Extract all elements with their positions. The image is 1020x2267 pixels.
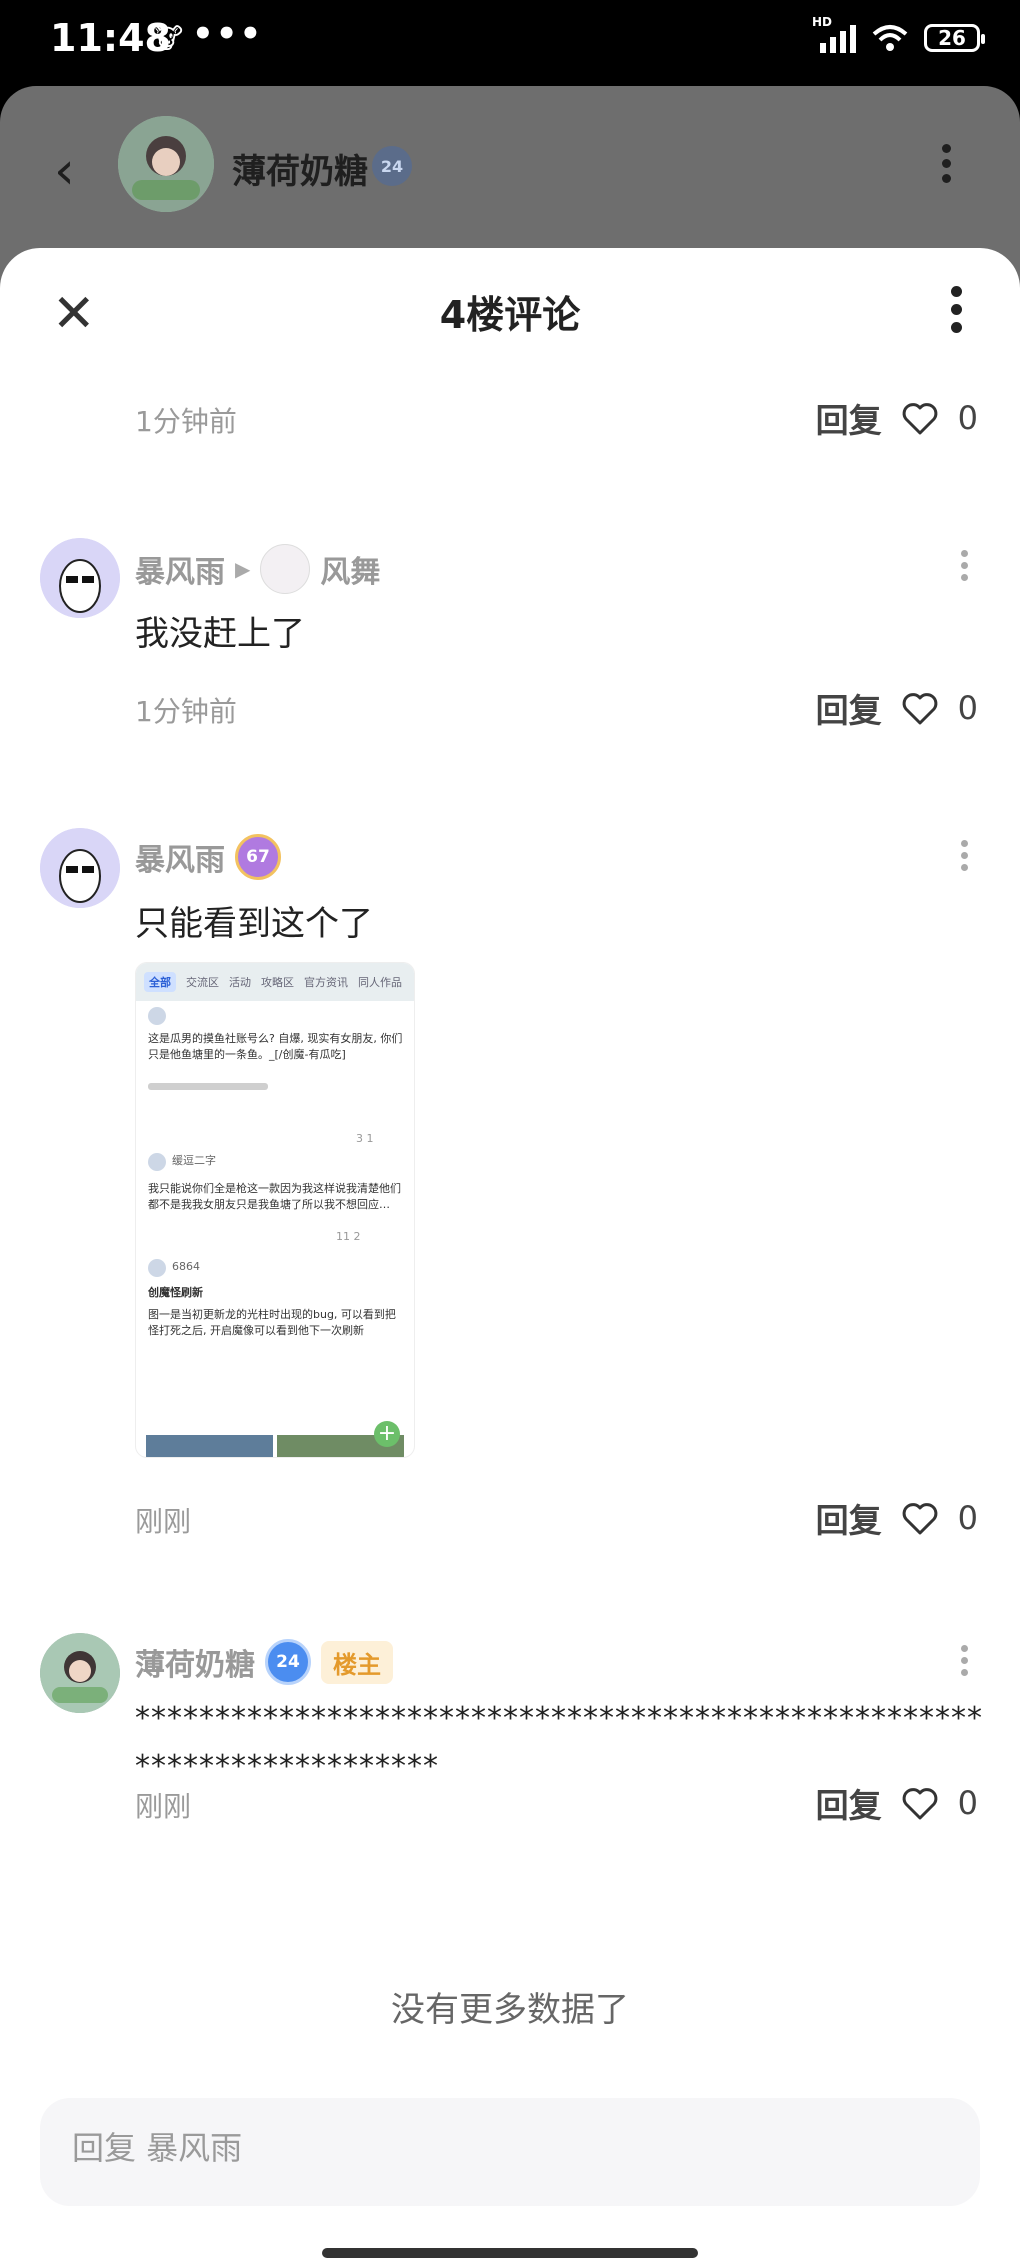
image-tab: 攻略区 [261, 976, 294, 989]
image-post-text: 我只能说你们全是枪这一款因为我这样说我清楚他们都不是我我女朋友只是我鱼塘了所以我… [148, 1182, 401, 1211]
reply-button[interactable]: 回复 [816, 1494, 882, 1542]
more-options-icon[interactable] [942, 144, 952, 189]
battery-icon: 26 [924, 24, 985, 52]
commenter-name[interactable]: 暴风雨 [135, 547, 225, 591]
avatar[interactable] [40, 828, 120, 908]
image-tab: 全部 [144, 972, 176, 992]
comment-sheet: ✕ 4楼评论 1分钟前 回复 0 暴风雨 ▶ 风舞 我没赶上了 1分钟前 回复 [0, 248, 1020, 2267]
commenter-name[interactable]: 暴风雨 [135, 835, 225, 879]
level-badge: 67 [235, 834, 281, 880]
comment-time: 1分钟前 [135, 405, 237, 438]
reply-input[interactable] [70, 2128, 934, 2168]
level-badge: 24 [372, 146, 412, 186]
signal-icon: HD [812, 15, 856, 53]
comment-text: 只能看到这个了 [135, 904, 373, 944]
back-arrow-icon[interactable]: ‹ [54, 141, 75, 201]
reply-button[interactable]: 回复 [816, 394, 882, 442]
image-divider [148, 1083, 268, 1090]
image-post-title: 创魔怪刷新 [148, 1286, 203, 1299]
comment-actions: 回复 0 [816, 1494, 978, 1542]
image-post-stats: 11 2 [336, 1230, 361, 1243]
commenter-name[interactable]: 薄荷奶糖 [135, 1640, 255, 1684]
like-count: 0 [957, 689, 978, 727]
heart-icon[interactable] [900, 1783, 940, 1823]
comment-time: 1分钟前 [135, 695, 237, 728]
image-post-text: 这是瓜男的摸鱼社账号么? 自爆, 现实有女朋友, 你们只是他鱼塘里的一条鱼。_[… [148, 1032, 403, 1061]
no-more-data-label: 没有更多数据了 [391, 1990, 629, 2030]
comment-actions: 回复 0 [816, 684, 978, 732]
reply-to-arrow-icon: ▶ [235, 557, 251, 581]
image-user-avatar [148, 1259, 166, 1277]
reply-button[interactable]: 回复 [816, 1779, 882, 1827]
image-thumbnails [146, 1435, 404, 1457]
image-tab-bar: 全部 交流区 活动 攻略区 官方资讯 同人作品 [136, 963, 414, 1001]
avatar[interactable] [40, 538, 120, 618]
like-count: 0 [957, 1499, 978, 1537]
image-post-stats: 3 1 [356, 1132, 374, 1145]
home-indicator[interactable] [322, 2248, 698, 2258]
like-count: 0 [957, 1784, 978, 1822]
heart-icon[interactable] [900, 398, 940, 438]
comment-time: 刚刚 [135, 1505, 192, 1538]
image-tab: 活动 [229, 976, 251, 989]
more-notifications-icon: ••• [192, 14, 264, 54]
sheet-more-icon[interactable] [951, 286, 962, 340]
level-badge: 24 [265, 1639, 311, 1685]
comment-text: ****************************************… [135, 1701, 983, 1784]
sheet-title: 4楼评论 [439, 293, 581, 337]
reply-to-avatar[interactable] [260, 544, 311, 594]
plus-icon: + [374, 1421, 400, 1447]
comment-time: 刚刚 [135, 1790, 192, 1823]
avatar[interactable] [118, 116, 214, 212]
comment-image[interactable]: 全部 交流区 活动 攻略区 官方资讯 同人作品 这是瓜男的摸鱼社账号么? 自爆,… [135, 962, 415, 1458]
comment-text: 我没赶上了 [135, 614, 305, 654]
status-bar: 11:48 🐮 ••• HD 26 [0, 0, 1020, 86]
image-tab: 交流区 [186, 976, 219, 989]
reply-button[interactable]: 回复 [816, 684, 882, 732]
comment-actions: 回复 0 [816, 394, 978, 442]
hd-label: HD [812, 15, 833, 29]
like-count: 0 [957, 399, 978, 437]
wifi-icon [872, 25, 908, 51]
image-user-avatar [148, 1007, 166, 1025]
comment-actions: 回复 0 [816, 1779, 978, 1827]
image-post-user: 缓逗二字 [172, 1154, 216, 1167]
reply-input-box[interactable] [40, 2098, 980, 2206]
image-user-avatar [148, 1153, 166, 1171]
image-tab: 同人作品 [358, 976, 402, 989]
image-tab: 官方资讯 [304, 976, 348, 989]
avatar[interactable] [40, 1633, 120, 1713]
image-post-text: 图一是当初更新龙的光柱时出现的bug, 可以看到把怪打死之后, 开启魔像可以看到… [148, 1308, 396, 1337]
reply-to-name[interactable]: 风舞 [320, 547, 380, 591]
comment-more-icon[interactable] [961, 1645, 968, 1681]
comment-more-icon[interactable] [961, 840, 968, 876]
image-post-user: 6864 [172, 1260, 200, 1273]
heart-icon[interactable] [900, 688, 940, 728]
heart-icon[interactable] [900, 1498, 940, 1538]
author-name: 薄荷奶糖 [232, 152, 368, 192]
app-notification-icon: 🐮 [150, 22, 184, 55]
battery-level: 26 [938, 26, 966, 50]
comment-more-icon[interactable] [961, 550, 968, 586]
op-badge: 楼主 [321, 1640, 393, 1684]
